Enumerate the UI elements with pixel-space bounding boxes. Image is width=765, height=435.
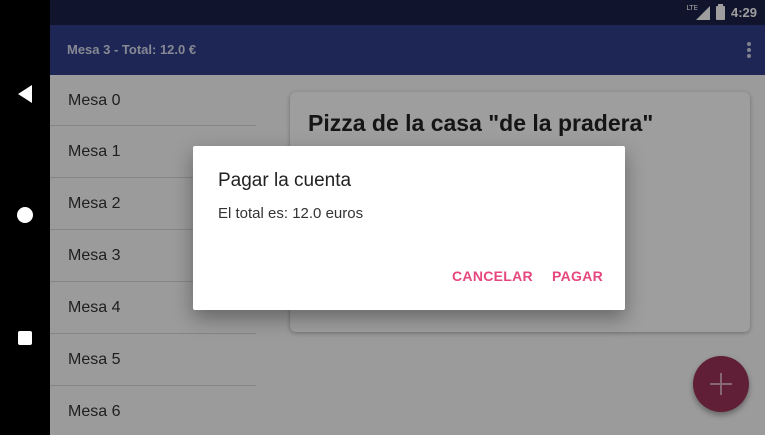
system-navigation-bar [0, 0, 50, 435]
dialog-message: El total es: 12.0 euros [218, 205, 364, 222]
home-button[interactable] [0, 195, 50, 235]
pay-dialog: Pagar la cuenta El total es: 12.0 euros … [193, 146, 625, 310]
pay-button[interactable]: PAGAR [552, 268, 603, 284]
recents-icon [18, 331, 32, 345]
back-icon [18, 85, 32, 103]
back-button[interactable] [0, 74, 50, 114]
app-screen: LTE 4:29 Mesa 3 - Total: 12.0 € Mesa 0 M… [50, 0, 765, 435]
recents-button[interactable] [0, 318, 50, 358]
home-icon [17, 207, 33, 223]
cancel-button[interactable]: CANCELAR [452, 268, 533, 284]
dialog-title: Pagar la cuenta [218, 170, 352, 191]
